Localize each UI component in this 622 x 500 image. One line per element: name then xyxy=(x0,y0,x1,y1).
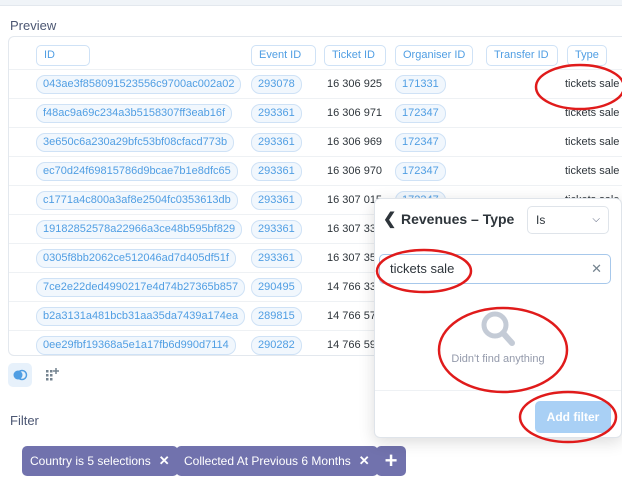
toggle-icon xyxy=(13,369,28,381)
grid-plus-icon xyxy=(46,368,59,381)
table-row: ec70d24f69815786d9bcae7b1e8dfc65 293361 16… xyxy=(9,156,622,185)
column-header-event-id[interactable]: Event ID xyxy=(251,45,316,66)
id-cell[interactable]: 0305f8bb2062ce512046ad7d405df51f xyxy=(36,249,236,268)
type-cell: tickets sale xyxy=(565,165,620,177)
table-header: ID Event ID Ticket ID Organiser ID Trans… xyxy=(9,37,622,69)
filter-value-input[interactable]: tickets sale ✕ xyxy=(379,254,611,284)
event-id-cell[interactable]: 293361 xyxy=(251,249,302,268)
column-header-id[interactable]: ID xyxy=(36,45,90,66)
top-strip xyxy=(0,0,622,6)
chevron-down-icon: ⌵ xyxy=(592,214,600,225)
id-cell[interactable]: f48ac9a69c234a3b5158307ff3eab16f xyxy=(36,104,233,123)
add-filter-button[interactable]: Add filter xyxy=(535,401,611,433)
search-icon xyxy=(481,311,515,346)
event-id-cell[interactable]: 293361 xyxy=(251,133,302,152)
table-row: 043ae3f858091523556c9700ac002a02 293078 16… xyxy=(9,69,622,98)
column-header-transfer-id[interactable]: Transfer ID xyxy=(486,45,558,66)
popover-title: Revenues – Type xyxy=(401,211,515,227)
chevron-left-icon[interactable]: ❮ xyxy=(383,209,396,229)
id-cell[interactable]: c1771a4c800a3af8e2504fc0353613db xyxy=(36,191,238,210)
column-header-organiser-id[interactable]: Organiser ID xyxy=(395,45,473,66)
ticket-id-cell: 16 306 925 xyxy=(327,78,383,90)
event-id-cell[interactable]: 293078 xyxy=(251,75,302,94)
ticket-id-cell: 16 306 970 xyxy=(327,165,383,177)
filter-value-text: tickets sale xyxy=(390,261,455,276)
id-cell[interactable]: 19182852578a22966a3ce48b595bf829 xyxy=(36,220,243,239)
organiser-id-cell[interactable]: 172347 xyxy=(395,133,446,152)
id-cell[interactable]: b2a3131a481bcb31aa35da7439a174ea xyxy=(36,307,246,326)
ticket-id-cell: 16 306 971 xyxy=(327,107,383,119)
organiser-id-cell[interactable]: 172347 xyxy=(395,162,446,181)
id-cell[interactable]: 043ae3f858091523556c9700ac002a02 xyxy=(36,75,242,94)
type-cell: tickets sale xyxy=(565,136,620,148)
event-id-cell[interactable]: 290495 xyxy=(251,278,302,297)
preview-heading: Preview xyxy=(10,18,57,33)
filter-chip-label: Collected At Previous 6 Months xyxy=(184,454,351,468)
organiser-id-cell[interactable]: 171331 xyxy=(395,75,446,94)
event-id-cell[interactable]: 293361 xyxy=(251,220,302,239)
column-header-ticket-id[interactable]: Ticket ID xyxy=(324,45,386,66)
filter-popover: ❮ Revenues – Type Is ⌵ tickets sale ✕ Di… xyxy=(374,198,622,438)
table-row: 3e650c6a230a29bfc53bf08cfacd773b 293361 16… xyxy=(9,127,622,156)
table-view-toggle[interactable] xyxy=(8,363,32,387)
id-cell[interactable]: ec70d24f69815786d9bcae7b1e8dfc65 xyxy=(36,162,238,181)
filter-heading: Filter xyxy=(10,413,39,428)
event-id-cell[interactable]: 290282 xyxy=(251,336,302,355)
empty-message: Didn't find anything xyxy=(451,353,545,365)
event-id-cell[interactable]: 293361 xyxy=(251,162,302,181)
id-cell[interactable]: 3e650c6a230a29bfc53bf08cfacd773b xyxy=(36,133,235,152)
type-cell: tickets sale xyxy=(565,78,620,90)
id-cell[interactable]: 7ce2e22ded4990217e4d74b27365b857 xyxy=(36,278,246,297)
add-column-button[interactable] xyxy=(40,363,64,387)
event-id-cell[interactable]: 293361 xyxy=(251,104,302,123)
operator-value: Is xyxy=(536,213,546,227)
filter-chip-label: Country is 5 selections xyxy=(30,454,151,468)
event-id-cell[interactable]: 289815 xyxy=(251,307,302,326)
filter-chip-collected-at[interactable]: Collected At Previous 6 Months ✕ xyxy=(176,446,378,476)
close-icon[interactable]: ✕ xyxy=(591,255,602,283)
close-icon[interactable]: ✕ xyxy=(159,453,170,468)
table-row: f48ac9a69c234a3b5158307ff3eab16f 293361 16… xyxy=(9,98,622,127)
close-icon[interactable]: ✕ xyxy=(359,453,370,468)
popover-header: ❮ Revenues – Type Is ⌵ xyxy=(375,199,621,239)
id-cell[interactable]: 0ee29fbf19368a5e1a17fb6d990d7114 xyxy=(36,336,236,355)
add-filter-plus-button[interactable]: + xyxy=(376,446,406,476)
empty-state xyxy=(375,309,621,354)
event-id-cell[interactable]: 293361 xyxy=(251,191,302,210)
type-cell: tickets sale xyxy=(565,107,620,119)
divider xyxy=(375,390,621,391)
operator-select[interactable]: Is ⌵ xyxy=(527,206,609,234)
filter-chip-country[interactable]: Country is 5 selections ✕ xyxy=(22,446,178,476)
organiser-id-cell[interactable]: 172347 xyxy=(395,104,446,123)
column-header-type[interactable]: Type xyxy=(567,45,607,66)
ticket-id-cell: 16 306 969 xyxy=(327,136,383,148)
